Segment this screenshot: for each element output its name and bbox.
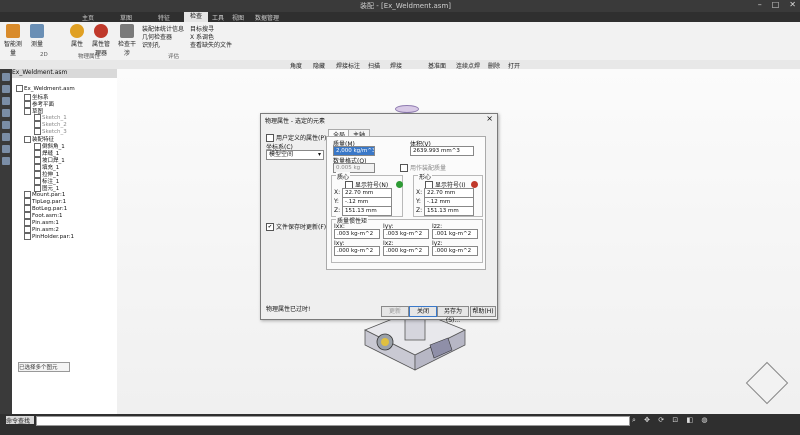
measure-icon <box>30 24 44 38</box>
pan-icon[interactable]: ✥ <box>644 416 653 424</box>
maximize-icon[interactable]: □ <box>772 0 780 9</box>
iyz-input[interactable]: .000 kg-m^2 <box>432 246 478 256</box>
ribbon: 智能测量 测量 属性 属性管理器 检查干涉 装配体统计信息 几何检查器 识别孔 … <box>0 22 800 61</box>
volume-input[interactable]: 2639.993 mm^3 <box>410 146 474 156</box>
close-button[interactable]: 关闭 <box>409 306 437 317</box>
command-finder-label: 命令查找 <box>6 416 34 425</box>
tab-inspect[interactable]: 检查 <box>184 12 209 22</box>
ixx-input[interactable]: .003 kg-m^2 <box>334 229 380 239</box>
ruler-icon <box>6 24 20 38</box>
cog-x-label: X: <box>334 189 341 196</box>
status-bar: 命令查找 ⌕ ✥ ⟳ ⊡ ◧ ◍ <box>0 414 800 435</box>
chevron-down-icon: ▾ <box>317 151 321 158</box>
tree-row[interactable]: Pin.asm:1 <box>24 219 59 226</box>
tree-row[interactable]: BotLeg.par:1 <box>24 205 67 212</box>
layers-icon[interactable] <box>2 85 10 93</box>
interference-icon <box>120 24 134 38</box>
help-button[interactable]: 帮助(H) <box>470 306 496 317</box>
pathfinder-tree: Ex_Weldment.asm Ex_Weldment.asm 坐标系 参考平面… <box>12 69 118 414</box>
top-ring-marker <box>395 105 419 113</box>
tab-data-management[interactable]: 数据管理 <box>255 13 279 22</box>
sensors-icon[interactable] <box>2 133 10 141</box>
check-interference-button[interactable]: 检查干涉 <box>116 24 138 57</box>
izz-input[interactable]: .001 kg-m^2 <box>432 229 478 239</box>
tab-home[interactable]: 主页 <box>82 13 94 22</box>
tab-view[interactable]: 视图 <box>232 13 244 22</box>
tree-row[interactable]: Ex_Weldment.asm <box>16 85 75 92</box>
pathfinder-icon[interactable] <box>2 73 10 81</box>
features-icon[interactable] <box>2 109 10 117</box>
command-finder-input[interactable] <box>36 416 630 426</box>
tab-tools[interactable]: 工具 <box>212 13 224 22</box>
save-as-button[interactable]: 另存为(S)... <box>437 306 469 324</box>
use-as-assembly-mass-checkbox[interactable]: 用作装配质量 <box>400 163 446 172</box>
group-evaluate: 评估 <box>168 54 180 60</box>
ixy-input[interactable]: .000 kg-m^2 <box>334 246 380 256</box>
tree-row[interactable]: Sketch_2 <box>34 121 67 128</box>
tree-row[interactable]: Foot.asm:1 <box>24 212 63 219</box>
com-z-label: Z: <box>416 207 423 214</box>
tree-row[interactable]: TipLeg.par:1 <box>24 198 66 205</box>
density-input[interactable]: 2,000 kg/m^3 <box>333 146 375 156</box>
com-y-label: Y: <box>416 198 421 205</box>
update-button[interactable]: 更新 <box>381 306 409 317</box>
tree-row[interactable]: Pin.asm:2 <box>24 226 59 233</box>
group-physical-properties: 物理属性 <box>78 54 101 60</box>
smart-measure-button[interactable]: 智能测量 <box>2 24 24 57</box>
ribbon-tabs: 主页 草图 特征 检查 工具 视图 数据管理 <box>0 12 800 22</box>
select-icon[interactable] <box>2 121 10 129</box>
update-on-save-checkbox[interactable]: ✔ 文件保存时更新(F) <box>266 222 326 231</box>
cog-z-input[interactable]: 151.13 mm <box>342 206 392 216</box>
close-icon[interactable]: × <box>486 114 493 123</box>
center-of-mass-icon <box>396 181 403 188</box>
tab-features[interactable]: 特征 <box>158 13 170 22</box>
identify-holes-item[interactable]: 识别孔 <box>142 40 160 49</box>
centroid-icon <box>471 181 478 188</box>
cog-z-label: Z: <box>334 207 341 214</box>
settings-icon[interactable] <box>2 157 10 165</box>
tree-row[interactable]: Sketch_3 <box>34 128 67 135</box>
multiple-selected-box[interactable]: 已选择多个图元 <box>18 362 70 372</box>
com-z-input[interactable]: 151.13 mm <box>424 206 474 216</box>
view-cube[interactable] <box>745 361 789 405</box>
fit-icon[interactable]: ⊡ <box>672 416 681 424</box>
minimize-icon[interactable]: – <box>758 0 762 9</box>
tab-sketch[interactable]: 草图 <box>120 13 132 22</box>
com-x-label: X: <box>416 189 423 196</box>
missing-files-item[interactable]: 查看缺失的文件 <box>190 40 232 49</box>
tree-row[interactable]: Sketch_1 <box>34 114 67 121</box>
view-icon[interactable]: ◧ <box>686 416 696 424</box>
properties-button[interactable]: 属性 <box>66 24 88 48</box>
tree-tab[interactable]: Ex_Weldment.asm <box>12 69 117 78</box>
cog-y-label: Y: <box>334 198 339 205</box>
title-bar: 装配 - [Ex_Weldment.asm] – □ ✕ <box>0 0 800 12</box>
ixz-input[interactable]: .000 kg-m^2 <box>383 246 429 256</box>
moments-of-inertia-group: 质量惯性矩 <box>331 216 483 263</box>
zoom-icon[interactable]: ⌕ <box>632 416 639 424</box>
shading-icon[interactable]: ◍ <box>701 416 710 424</box>
iyy-input[interactable]: .003 kg-m^2 <box>383 229 429 239</box>
tree-row[interactable]: PinHolder.par:1 <box>24 233 74 240</box>
group-2d: 2D <box>40 52 48 58</box>
tools-icon[interactable] <box>2 145 10 153</box>
library-icon[interactable] <box>2 97 10 105</box>
mass-properties-icon <box>70 24 84 38</box>
dialog-title-bar: 物理属性 - 选定的元素 × <box>265 114 493 125</box>
close-icon[interactable]: ✕ <box>789 0 796 9</box>
properties-status: 物理属性已过时! <box>266 306 311 313</box>
property-manager-icon <box>94 24 108 38</box>
window-title: 装配 - [Ex_Weldment.asm] <box>360 2 451 10</box>
measure-button[interactable]: 测量 <box>26 24 48 48</box>
coord-system-select[interactable]: 模型空间 ▾ <box>266 150 324 160</box>
left-toolbar <box>0 69 12 414</box>
user-defined-checkbox[interactable]: 用户定义的属性(P) <box>266 133 326 142</box>
tree-row[interactable]: Mount.par:1 <box>24 191 65 198</box>
rotate-icon[interactable]: ⟳ <box>658 416 667 424</box>
